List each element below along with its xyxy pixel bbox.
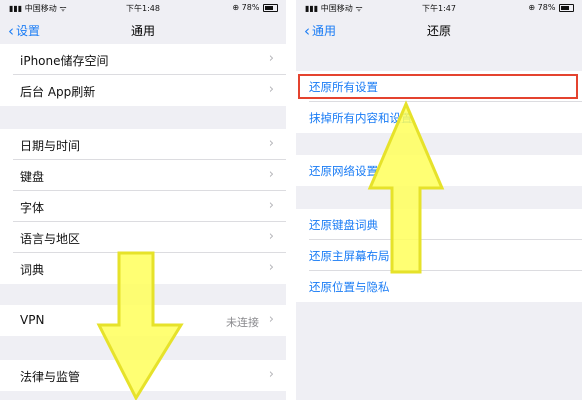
row-label: 抹掉所有内容和设置 xyxy=(309,111,413,125)
page-title: 还原 xyxy=(426,24,451,38)
row-label: 还原位置与隐私 xyxy=(309,280,390,294)
settings-row-fonts[interactable]: 字体 › xyxy=(0,191,286,222)
row-label: 字体 xyxy=(20,201,45,215)
settings-row-storage[interactable]: iPhone储存空间 › xyxy=(0,44,286,75)
reset-network-row[interactable]: 还原网络设置 xyxy=(296,155,582,186)
settings-group-legal: 法律与监管 › xyxy=(0,360,286,391)
reset-group-other: 还原键盘词典 还原主屏幕布局 还原位置与隐私 xyxy=(296,209,582,302)
vpn-status: 未连接 xyxy=(226,316,259,329)
row-label: 键盘 xyxy=(20,170,45,184)
battery-status: ⊕ 78% xyxy=(232,3,278,12)
battery-icon xyxy=(559,3,574,12)
settings-row-keyboard[interactable]: 键盘 › xyxy=(0,160,286,191)
highlight-box xyxy=(298,74,578,99)
navigation-bar: ‹ 设置 通用 xyxy=(0,16,286,44)
chevron-right-icon: › xyxy=(268,82,274,97)
settings-row-language-region[interactable]: 语言与地区 › xyxy=(0,222,286,253)
reset-home-layout-row[interactable]: 还原主屏幕布局 xyxy=(296,240,582,271)
row-label: 法律与监管 xyxy=(20,370,81,384)
rotation-lock-icon: ⊕ xyxy=(528,3,536,12)
rotation-lock-icon: ⊕ xyxy=(232,3,240,12)
chevron-right-icon: › xyxy=(268,312,274,327)
left-screen: ▮▮▮ 中国移动 ᯤ 下午1:48 ⊕ 78% ‹ 设置 通用 iPhone储存空… xyxy=(0,0,286,400)
reset-keyboard-dictionary-row[interactable]: 还原键盘词典 xyxy=(296,209,582,240)
settings-row-date-time[interactable]: 日期与时间 › xyxy=(0,129,286,160)
settings-row-vpn[interactable]: VPN 未连接 › xyxy=(0,305,286,336)
chevron-right-icon: › xyxy=(268,260,274,275)
chevron-right-icon: › xyxy=(268,167,274,182)
chevron-right-icon: › xyxy=(268,229,274,244)
settings-group-locale: 日期与时间 › 键盘 › 字体 › 语言与地区 › 词典 › xyxy=(0,129,286,284)
chevron-right-icon: › xyxy=(268,51,274,66)
battery-percent: 78% xyxy=(537,3,556,12)
settings-row-dictionary[interactable]: 词典 › xyxy=(0,253,286,284)
navigation-bar: ‹ 通用 还原 xyxy=(296,16,582,44)
row-label: 语言与地区 xyxy=(20,232,81,246)
settings-group-vpn: VPN 未连接 › xyxy=(0,305,286,336)
screen-divider xyxy=(286,0,296,400)
settings-row-background-refresh[interactable]: 后台 App刷新 › xyxy=(0,75,286,106)
chevron-right-icon: › xyxy=(268,198,274,213)
row-label: 词典 xyxy=(20,263,45,277)
row-label: 日期与时间 xyxy=(20,139,81,153)
status-bar: ▮▮▮ 中国移动 ᯤ 下午1:47 ⊕ 78% xyxy=(296,0,582,16)
row-label: 后台 App刷新 xyxy=(20,85,96,99)
row-label: 还原键盘词典 xyxy=(309,218,378,232)
right-screen: ▮▮▮ 中国移动 ᯤ 下午1:47 ⊕ 78% ‹ 通用 还原 还原所有设置 抹掉… xyxy=(296,0,582,400)
settings-group-storage: iPhone储存空间 › 后台 App刷新 › xyxy=(0,44,286,106)
battery-icon xyxy=(263,3,278,12)
reset-group-network: 还原网络设置 xyxy=(296,155,582,186)
erase-all-content-row[interactable]: 抹掉所有内容和设置 xyxy=(296,102,582,133)
chevron-right-icon: › xyxy=(268,136,274,151)
battery-percent: 78% xyxy=(241,3,260,12)
status-bar: ▮▮▮ 中国移动 ᯤ 下午1:48 ⊕ 78% xyxy=(0,0,286,16)
row-label: 还原主屏幕布局 xyxy=(309,249,390,263)
row-label: iPhone储存空间 xyxy=(20,54,109,68)
battery-status: ⊕ 78% xyxy=(528,3,574,12)
settings-row-legal[interactable]: 法律与监管 › xyxy=(0,360,286,391)
chevron-right-icon: › xyxy=(268,367,274,382)
row-label: VPN xyxy=(20,313,45,327)
row-label: 还原网络设置 xyxy=(309,164,378,178)
reset-location-privacy-row[interactable]: 还原位置与隐私 xyxy=(296,271,582,302)
page-title: 通用 xyxy=(130,24,155,38)
